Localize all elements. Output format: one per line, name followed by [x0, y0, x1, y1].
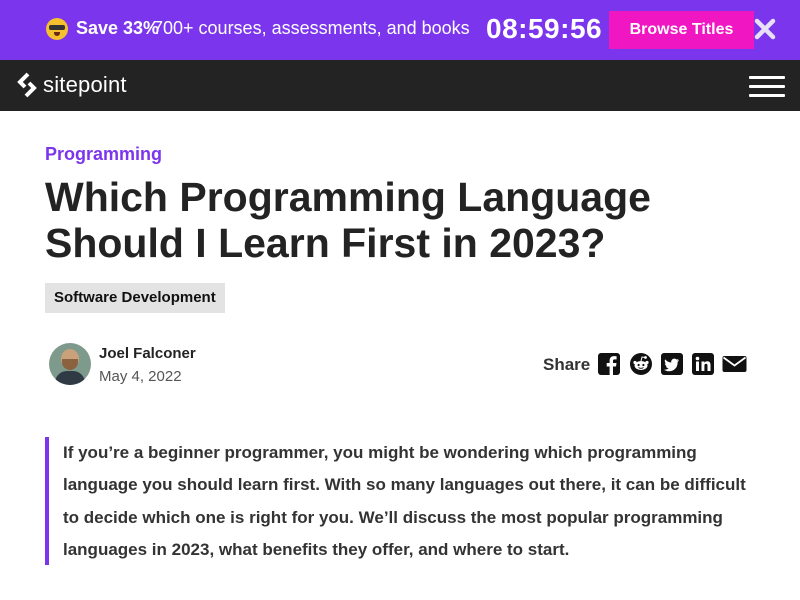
promo-countdown-timer: 08:59:56	[486, 13, 603, 44]
article-category-link[interactable]: Programming	[45, 144, 162, 165]
close-icon[interactable]	[753, 17, 777, 41]
publish-date: May 4, 2022	[99, 368, 182, 385]
linkedin-icon[interactable]	[692, 353, 714, 375]
email-icon[interactable]	[722, 353, 747, 375]
hamburger-menu-icon[interactable]	[749, 74, 785, 98]
sitepoint-logo-icon[interactable]	[16, 72, 38, 98]
twitter-icon[interactable]	[661, 353, 683, 375]
facebook-icon[interactable]	[598, 353, 620, 375]
topic-tag[interactable]: Software Development	[45, 283, 225, 313]
reddit-icon[interactable]	[630, 353, 652, 375]
article-lead-text: If you’re a beginner programmer, you mig…	[63, 443, 746, 560]
site-logo-text[interactable]: sitepoint	[43, 72, 127, 98]
promo-save-text: Save 33%	[76, 18, 160, 38]
author-avatar[interactable]	[49, 343, 91, 385]
browse-titles-button[interactable]: Browse Titles	[609, 11, 754, 49]
promo-banner: Save 33% 700+ courses, assessments, and …	[0, 0, 800, 60]
share-label: Share	[543, 355, 591, 374]
author-name[interactable]: Joel Falconer	[99, 345, 196, 362]
article-lead-quote: If you’re a beginner programmer, you mig…	[45, 437, 760, 565]
mind-blown-emoji-icon	[46, 18, 68, 40]
article-title: Which Programming Language Should I Lear…	[45, 174, 651, 266]
promo-offer-text: 700+ courses, assessments, and books	[153, 18, 470, 38]
top-navigation: sitepoint	[0, 60, 800, 111]
